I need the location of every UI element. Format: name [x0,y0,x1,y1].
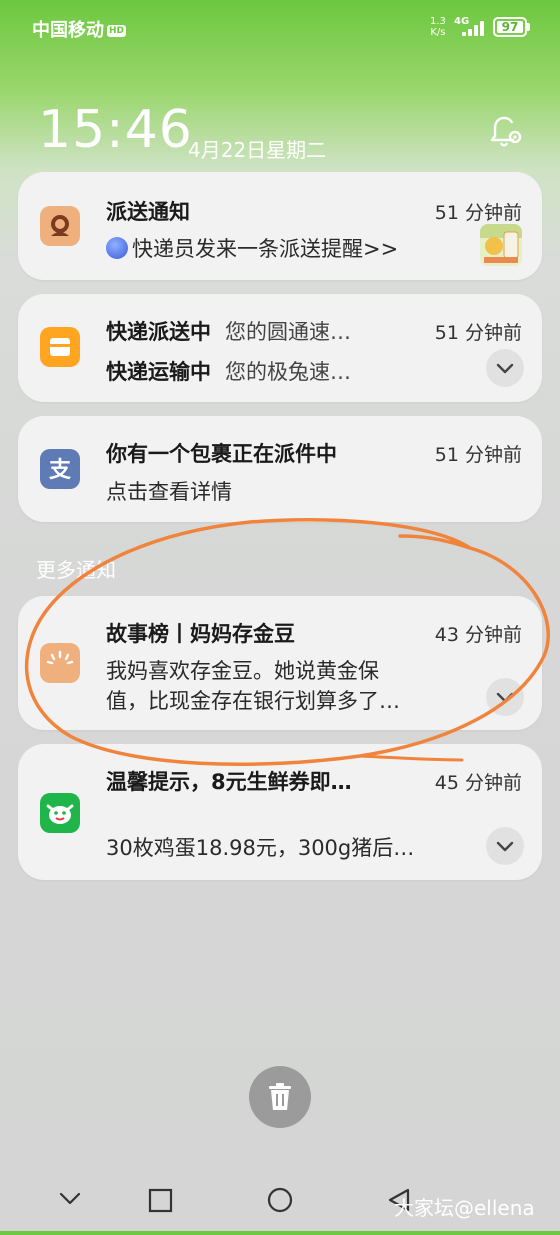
notification-promo[interactable]: 温馨提示，8元生鲜券即… 45 分钟前 30枚鸡蛋18.98元，300g猪后… [18,744,542,880]
notification-title: 温馨提示，8元生鲜券即… [106,770,352,794]
hd-badge: HD [107,25,127,37]
battery-icon: 97 [493,17,527,37]
notification-title: 故事榜丨妈妈存金豆 [106,622,295,646]
signal-icon [462,18,488,36]
battery-tip [527,23,530,31]
group-line-1-text: 您的圆通速… [225,320,351,344]
notification-title: 你有一个包裹正在派件中 [106,442,337,466]
package-app-icon [40,327,80,367]
expand-button[interactable] [486,349,524,387]
chevron-down-icon [496,363,514,374]
trash-icon [269,1083,291,1110]
notification-time: 43 分钟前 [434,624,522,646]
expand-button[interactable] [486,678,524,716]
notification-story[interactable]: 故事榜丨妈妈存金豆 43 分钟前 我妈喜欢存金豆。她说黄金保 值，比现金存在银行… [18,596,542,730]
nav-down-icon[interactable] [59,1192,81,1205]
carrier-name: 中国移动 HD [32,16,127,42]
notification-time: 51 分钟前 [434,444,522,466]
nav-recents-icon[interactable] [148,1188,173,1213]
nav-home-icon[interactable] [267,1187,293,1213]
group-line-1: 快递派送中 您的圆通速… [106,316,351,346]
notification-body-line-2: 值，比现金存在银行划算多了… [106,689,400,713]
chevron-down-icon [496,692,514,703]
courier-app-icon [40,206,80,246]
notification-express-group[interactable]: 快递派送中 您的圆通速… 51 分钟前 快递运输中 您的极兔速… [18,294,542,402]
net-speed-value: 1.3 [430,16,446,27]
notification-body: 点击查看详情 [106,480,232,504]
group-line-2-text: 您的极兔速… [225,360,351,384]
net-speed-unit: K/s [430,27,446,38]
notification-body-line-1: 我妈喜欢存金豆。她说黄金保 [106,659,379,683]
more-notifications-label: 更多通知 [36,558,116,582]
group-line-1-title: 快递派送中 [106,320,211,344]
story-app-icon [40,643,80,683]
alipay-app-icon: 支 [40,449,80,489]
expand-button[interactable] [486,827,524,865]
chevron-down-icon [496,841,514,852]
product-thumbnail [480,224,522,266]
group-line-2-title: 快递运输中 [106,360,211,384]
watermark: 大家坛@ellena [394,1196,535,1220]
date: 4月22日星期二 [188,138,327,162]
notification-package[interactable]: 支 你有一个包裹正在派件中 51 分钟前 点击查看详情 [18,416,542,522]
notification-time: 51 分钟前 [434,322,522,344]
svg-text:支: 支 [49,458,72,483]
group-line-2: 快递运输中 您的极兔速… [106,356,351,386]
jd-app-icon [40,793,80,833]
notification-body: 快递员发来一条派送提醒>> [106,233,398,263]
carrier-label: 中国移动 [32,20,104,41]
net-speed: 1.3 K/s [430,16,446,38]
clock: 15:46 [38,100,193,160]
notification-body-text: 快递员发来一条派送提醒>> [132,237,399,261]
notification-time: 45 分钟前 [434,772,522,794]
notification-settings-icon[interactable] [488,114,524,150]
battery-level: 97 [501,20,519,34]
clear-all-button[interactable] [249,1066,311,1128]
notification-delivery[interactable]: 派送通知 51 分钟前 快递员发来一条派送提醒>> [18,172,542,280]
notification-time: 51 分钟前 [434,202,522,224]
status-bar: 中国移动 HD 1.3 K/s 4G 97 [0,0,560,56]
notification-body: 30枚鸡蛋18.98元，300g猪后… [106,836,415,860]
notification-title: 派送通知 [106,200,190,224]
blue-dot-icon [106,237,128,259]
